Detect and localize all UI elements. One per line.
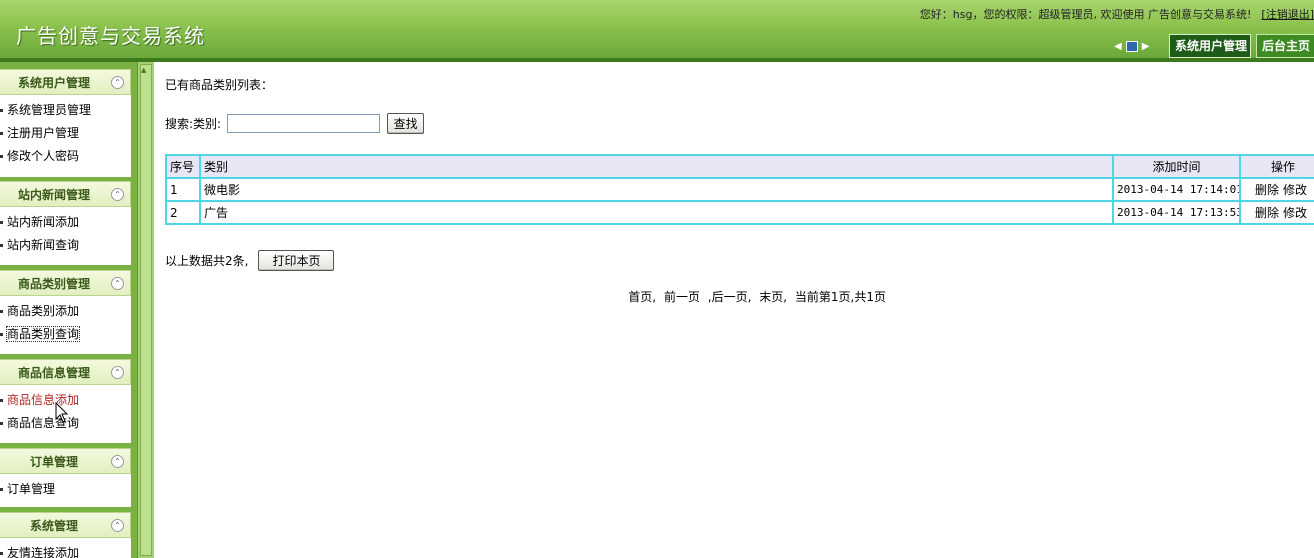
menu-group-header[interactable]: 商品信息管理 ⌃ <box>0 359 131 385</box>
cell-time: 2013-04-14 17:14:01 <box>1112 177 1241 202</box>
record-summary: 以上数据共2条, 打印本页 <box>165 249 335 271</box>
column-header-category: 类别 <box>199 154 1114 179</box>
menu-group-body: 系统管理员管理 注册用户管理 修改个人密码 <box>0 95 131 177</box>
category-table: 序号 类别 添加时间 操作 1 微电影 2013-04-14 17:14:01 … <box>165 154 1314 225</box>
collapse-icon[interactable]: ⌃ <box>111 519 124 532</box>
print-page-button[interactable]: 打印本页 <box>258 249 335 271</box>
pagination: 首页, 前一页 ,后一页, 末页, 当前第1页,共1页 <box>154 288 888 305</box>
table-header-row: 序号 类别 添加时间 操作 <box>165 154 1314 179</box>
sidebar-item-news-add[interactable]: 站内新闻添加 <box>0 211 131 234</box>
collapse-sidebar-icon[interactable]: ▲ <box>141 66 146 74</box>
menu-group-product: 商品信息管理 ⌃ 商品信息添加 商品信息查询 <box>0 359 131 443</box>
menu-group-category: 商品类别管理 ⌃ 商品类别添加 商品类别查询 <box>0 270 131 354</box>
column-header-no: 序号 <box>165 154 201 179</box>
delete-link[interactable]: 删除 <box>1255 183 1279 197</box>
tab-admin-home[interactable]: 后台主页 <box>1256 34 1314 58</box>
menu-group-header[interactable]: 订单管理 ⌃ <box>0 448 131 474</box>
menu-group-title: 系统用户管理 <box>17 76 90 90</box>
edit-link[interactable]: 修改 <box>1283 206 1307 220</box>
scroll-right-icon[interactable]: ▶ <box>1142 41 1150 52</box>
record-count-text: 以上数据共2条, <box>165 253 249 268</box>
collapse-icon[interactable]: ⌃ <box>111 188 124 201</box>
cell-actions: 删除 修改 <box>1239 200 1314 225</box>
menu-group-header[interactable]: 商品类别管理 ⌃ <box>0 270 131 296</box>
cell-time: 2013-04-14 17:13:53 <box>1112 200 1241 225</box>
cell-actions: 删除 修改 <box>1239 177 1314 202</box>
sidebar-item-registered-users[interactable]: 注册用户管理 <box>0 122 131 145</box>
tab-system-users[interactable]: 系统用户管理 <box>1169 34 1251 58</box>
cell-category: 微电影 <box>199 177 1114 202</box>
cell-no: 2 <box>165 200 201 225</box>
last-page-link[interactable]: 末页, <box>759 290 787 304</box>
splitter-track <box>140 64 152 556</box>
search-label: 搜索:类别: <box>165 116 222 131</box>
column-header-actions: 操作 <box>1239 154 1314 179</box>
cell-no: 1 <box>165 177 201 202</box>
sidebar-item-news-query[interactable]: 站内新闻查询 <box>0 234 131 257</box>
user-greeting: 您好：hsg，您的权限：超级管理员, 欢迎使用 广告创意与交易系统! [注销退出] <box>920 6 1314 22</box>
menu-group-body: 站内新闻添加 站内新闻查询 <box>0 207 131 265</box>
collapse-icon[interactable]: ⌃ <box>111 366 124 379</box>
sidebar-item-category-query[interactable]: 商品类别查询 <box>0 323 131 346</box>
sidebar-item-change-password[interactable]: 修改个人密码 <box>0 145 131 168</box>
sidebar-item-friend-link-add[interactable]: 友情连接添加 <box>0 542 131 558</box>
menu-group-title: 商品信息管理 <box>17 366 90 380</box>
sidebar-item-orders[interactable]: 订单管理 <box>0 478 131 501</box>
menu-group-title: 订单管理 <box>29 455 78 469</box>
menu-group-body: 友情连接添加 <box>0 538 131 558</box>
menu-group-title: 系统管理 <box>29 519 78 533</box>
column-header-time: 添加时间 <box>1112 154 1241 179</box>
table-row: 1 微电影 2013-04-14 17:14:01 删除 修改 <box>165 177 1314 202</box>
logout-link[interactable]: [注销退出] <box>1261 8 1314 21</box>
app-title: 广告创意与交易系统 <box>16 24 205 48</box>
collapse-icon[interactable]: ⌃ <box>111 76 124 89</box>
main-content: 已有商品类别列表： 搜索:类别: 查找 序号 类别 添加时间 操作 1 微电影 … <box>154 62 1314 558</box>
greeting-text: 您好：hsg，您的权限：超级管理员, 欢迎使用 广告创意与交易系统! <box>919 8 1252 21</box>
page-status: 当前第1页,共1页 <box>794 290 886 304</box>
collapse-icon[interactable]: ⌃ <box>111 455 124 468</box>
menu-group-system: 系统管理 ⌃ 友情连接添加 <box>0 512 131 558</box>
sidebar: 系统用户管理 ⌃ 系统管理员管理 注册用户管理 修改个人密码 站内新闻管理 ⌃ … <box>0 62 137 558</box>
sidebar-item-category-add[interactable]: 商品类别添加 <box>0 300 131 323</box>
menu-group-title: 站内新闻管理 <box>17 188 90 202</box>
menu-group-header[interactable]: 系统用户管理 ⌃ <box>0 69 131 95</box>
menu-group-orders: 订单管理 ⌃ 订单管理 <box>0 448 131 507</box>
first-page-link[interactable]: 首页, <box>628 290 656 304</box>
delete-link[interactable]: 删除 <box>1255 206 1279 220</box>
menu-group-system-users: 系统用户管理 ⌃ 系统管理员管理 注册用户管理 修改个人密码 <box>0 69 131 177</box>
book-icon <box>1125 40 1138 52</box>
table-row: 2 广告 2013-04-14 17:13:53 删除 修改 <box>165 200 1314 225</box>
sidebar-item-admin-management[interactable]: 系统管理员管理 <box>0 99 131 122</box>
prev-page-link[interactable]: 前一页 <box>664 290 700 304</box>
search-bar: 搜索:类别: 查找 <box>165 112 425 134</box>
menu-group-body: 商品类别添加 商品类别查询 <box>0 296 131 354</box>
tab-scroll-controls: ◀ ▶ <box>1114 38 1164 54</box>
menu-group-body: 订单管理 <box>0 474 131 507</box>
next-page-link[interactable]: ,后一页, <box>708 290 752 304</box>
edit-link[interactable]: 修改 <box>1283 183 1307 197</box>
menu-group-news: 站内新闻管理 ⌃ 站内新闻添加 站内新闻查询 <box>0 181 131 265</box>
mouse-pointer-icon <box>55 402 69 423</box>
search-button[interactable]: 查找 <box>387 112 425 134</box>
menu-group-header[interactable]: 系统管理 ⌃ <box>0 512 131 538</box>
scroll-left-icon[interactable]: ◀ <box>1114 41 1122 52</box>
menu-group-title: 商品类别管理 <box>17 277 90 291</box>
sidebar-splitter[interactable]: ▲ <box>137 62 154 558</box>
collapse-icon[interactable]: ⌃ <box>111 277 124 290</box>
menu-group-header[interactable]: 站内新闻管理 ⌃ <box>0 181 131 207</box>
category-search-input[interactable] <box>227 113 381 133</box>
page-title: 已有商品类别列表： <box>165 78 274 92</box>
top-header: 广告创意与交易系统 您好：hsg，您的权限：超级管理员, 欢迎使用 广告创意与交… <box>0 0 1314 58</box>
cell-category: 广告 <box>199 200 1114 225</box>
